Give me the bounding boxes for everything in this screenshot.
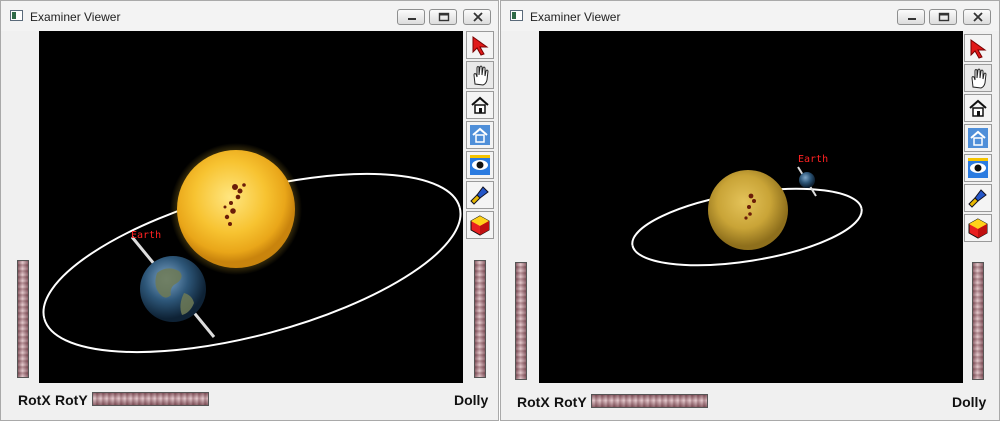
3d-viewport[interactable]: Earth xyxy=(39,31,463,383)
seek-icon xyxy=(470,186,489,205)
select-mode-button[interactable] xyxy=(964,34,992,62)
roty-label: RotY xyxy=(554,394,587,410)
close-icon xyxy=(973,12,983,22)
view-all-button[interactable] xyxy=(964,154,992,182)
minimize-button[interactable] xyxy=(897,9,925,25)
close-button[interactable] xyxy=(463,9,491,25)
minimize-button[interactable] xyxy=(397,9,425,25)
rotx-thumbwheel[interactable] xyxy=(515,262,527,380)
hand-view-icon xyxy=(473,65,489,86)
maximize-button[interactable] xyxy=(929,9,957,25)
earth-label: Earth xyxy=(131,230,161,241)
sun xyxy=(708,170,788,250)
examiner-viewer-window-2: Examiner Viewer Earth RotX RotY Dolly xyxy=(500,0,1000,421)
earth xyxy=(140,256,206,322)
select-mode-button[interactable] xyxy=(466,31,494,59)
examiner-viewer-window-1: Examiner Viewer Earth RotX RotY Dolly xyxy=(0,0,499,421)
rotx-label: RotX xyxy=(18,392,51,408)
seek-button[interactable] xyxy=(964,184,992,212)
minimize-icon xyxy=(408,18,416,20)
projection-button[interactable] xyxy=(466,211,494,239)
projection-button[interactable] xyxy=(964,214,992,242)
rotx-label: RotX xyxy=(517,394,550,410)
roty-thumbwheel[interactable] xyxy=(591,394,708,408)
projection-icon xyxy=(470,215,490,236)
minimize-icon xyxy=(908,18,916,20)
maximize-icon xyxy=(438,12,450,22)
home-icon xyxy=(471,96,489,114)
select-arrow-icon xyxy=(472,36,489,56)
dolly-thumbwheel[interactable] xyxy=(972,262,984,380)
app-icon xyxy=(10,10,23,21)
seek-button[interactable] xyxy=(466,181,494,209)
close-button[interactable] xyxy=(963,9,991,25)
app-icon xyxy=(510,10,523,21)
set-home-icon xyxy=(470,125,490,145)
roty-label: RotY xyxy=(55,392,88,408)
view-mode-button[interactable] xyxy=(466,61,494,89)
home-icon xyxy=(969,99,987,117)
view-mode-button[interactable] xyxy=(964,64,992,92)
maximize-button[interactable] xyxy=(429,9,457,25)
dolly-label: Dolly xyxy=(454,392,489,408)
viewer-toolbar xyxy=(466,31,494,241)
set-home-icon xyxy=(968,128,988,148)
dolly-label: Dolly xyxy=(952,394,987,410)
window-title: Examiner Viewer xyxy=(30,10,121,24)
dolly-thumbwheel[interactable] xyxy=(474,260,486,378)
3d-viewport[interactable]: Earth xyxy=(539,31,963,383)
seek-icon xyxy=(968,189,987,208)
earth xyxy=(799,172,815,188)
projection-icon xyxy=(968,218,988,239)
rotx-thumbwheel[interactable] xyxy=(17,260,29,378)
earth-label: Earth xyxy=(798,154,828,165)
view-all-icon xyxy=(470,155,490,175)
view-all-button[interactable] xyxy=(466,151,494,179)
home-button[interactable] xyxy=(466,91,494,119)
home-button[interactable] xyxy=(964,94,992,122)
sun xyxy=(177,150,295,268)
set-home-button[interactable] xyxy=(466,121,494,149)
roty-thumbwheel[interactable] xyxy=(92,392,209,406)
viewer-toolbar xyxy=(964,34,992,244)
view-all-icon xyxy=(968,158,988,178)
title-bar[interactable]: Examiner Viewer xyxy=(1,1,498,31)
hand-view-icon xyxy=(971,68,987,89)
window-title: Examiner Viewer xyxy=(530,10,621,24)
select-arrow-icon xyxy=(970,39,987,59)
set-home-button[interactable] xyxy=(964,124,992,152)
close-icon xyxy=(473,12,483,22)
maximize-icon xyxy=(938,12,950,22)
title-bar[interactable]: Examiner Viewer xyxy=(501,1,999,31)
